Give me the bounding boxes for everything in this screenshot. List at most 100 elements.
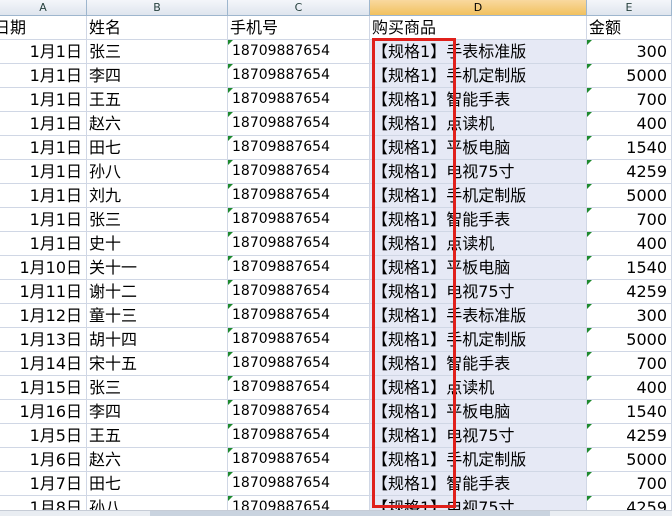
cell-phone[interactable]: 18709887654: [228, 424, 370, 448]
cell-date[interactable]: 1月6日: [0, 448, 87, 472]
cell-phone[interactable]: 18709887654: [228, 352, 370, 376]
cell-product[interactable]: 【规格1】电视75寸: [370, 424, 587, 448]
cell-name[interactable]: 关十一: [87, 256, 228, 280]
cell-product[interactable]: 【规格1】点读机: [370, 376, 587, 400]
cell-phone[interactable]: 18709887654: [228, 88, 370, 112]
cell-date[interactable]: 1月7日: [0, 472, 87, 496]
cell-amount[interactable]: 5000: [587, 448, 672, 472]
cell-name[interactable]: 李四: [87, 64, 228, 88]
cell-phone[interactable]: 18709887654: [228, 376, 370, 400]
cell-product[interactable]: 【规格1】手表标准版: [370, 40, 587, 64]
cell-date[interactable]: 1月1日: [0, 40, 87, 64]
cell-amount[interactable]: 1540: [587, 400, 672, 424]
cell-phone[interactable]: 18709887654: [228, 448, 370, 472]
header-date[interactable]: 日期: [0, 16, 87, 40]
cell-date[interactable]: 1月10日: [0, 256, 87, 280]
cell-date[interactable]: 1月1日: [0, 64, 87, 88]
cell-product[interactable]: 【规格1】手机定制版: [370, 328, 587, 352]
cell-phone[interactable]: 18709887654: [228, 256, 370, 280]
cell-name[interactable]: 孙八: [87, 160, 228, 184]
cell-phone[interactable]: 18709887654: [228, 64, 370, 88]
cell-product[interactable]: 【规格1】智能手表: [370, 472, 587, 496]
cell-date[interactable]: 1月1日: [0, 88, 87, 112]
cell-amount[interactable]: 1540: [587, 256, 672, 280]
cell-phone[interactable]: 18709887654: [228, 232, 370, 256]
cell-amount[interactable]: 5000: [587, 184, 672, 208]
cell-product[interactable]: 【规格1】点读机: [370, 232, 587, 256]
cell-product[interactable]: 【规格1】手机定制版: [370, 184, 587, 208]
cell-name[interactable]: 史十: [87, 232, 228, 256]
cell-date[interactable]: 1月12日: [0, 304, 87, 328]
cell-name[interactable]: 王五: [87, 424, 228, 448]
cell-product[interactable]: 【规格1】手机定制版: [370, 64, 587, 88]
cell-date[interactable]: 1月1日: [0, 208, 87, 232]
cell-phone[interactable]: 18709887654: [228, 304, 370, 328]
cell-name[interactable]: 田七: [87, 136, 228, 160]
cell-amount[interactable]: 1540: [587, 136, 672, 160]
cell-date[interactable]: 1月1日: [0, 184, 87, 208]
cell-name[interactable]: 胡十四: [87, 328, 228, 352]
cell-phone[interactable]: 18709887654: [228, 112, 370, 136]
cell-date[interactable]: 1月1日: [0, 232, 87, 256]
cell-phone[interactable]: 18709887654: [228, 280, 370, 304]
cell-amount[interactable]: 4259: [587, 280, 672, 304]
cell-date[interactable]: 1月11日: [0, 280, 87, 304]
cell-amount[interactable]: 400: [587, 112, 672, 136]
cell-product[interactable]: 【规格1】智能手表: [370, 88, 587, 112]
cell-phone[interactable]: 18709887654: [228, 472, 370, 496]
cell-phone[interactable]: 18709887654: [228, 136, 370, 160]
cell-amount[interactable]: 4259: [587, 160, 672, 184]
cell-date[interactable]: 1月1日: [0, 136, 87, 160]
cell-name[interactable]: 王五: [87, 88, 228, 112]
column-header-e[interactable]: E: [587, 0, 672, 16]
cell-date[interactable]: 1月15日: [0, 376, 87, 400]
cell-date[interactable]: 1月1日: [0, 112, 87, 136]
header-product[interactable]: 购买商品: [370, 16, 587, 40]
header-name[interactable]: 姓名: [87, 16, 228, 40]
header-phone[interactable]: 手机号: [228, 16, 370, 40]
cell-amount[interactable]: 700: [587, 352, 672, 376]
cell-product[interactable]: 【规格1】智能手表: [370, 352, 587, 376]
cell-name[interactable]: 张三: [87, 376, 228, 400]
cell-product[interactable]: 【规格1】平板电脑: [370, 256, 587, 280]
cell-name[interactable]: 张三: [87, 208, 228, 232]
cell-amount[interactable]: 700: [587, 472, 672, 496]
cell-product[interactable]: 【规格1】电视75寸: [370, 280, 587, 304]
cell-name[interactable]: 宋十五: [87, 352, 228, 376]
cell-amount[interactable]: 300: [587, 304, 672, 328]
cell-phone[interactable]: 18709887654: [228, 40, 370, 64]
cell-phone[interactable]: 18709887654: [228, 328, 370, 352]
cell-amount[interactable]: 5000: [587, 328, 672, 352]
cell-amount[interactable]: 400: [587, 376, 672, 400]
column-header-a[interactable]: A: [0, 0, 87, 16]
cell-product[interactable]: 【规格1】平板电脑: [370, 400, 587, 424]
cell-product[interactable]: 【规格1】智能手表: [370, 208, 587, 232]
cell-phone[interactable]: 18709887654: [228, 160, 370, 184]
cell-name[interactable]: 童十三: [87, 304, 228, 328]
cell-product[interactable]: 【规格1】平板电脑: [370, 136, 587, 160]
cell-name[interactable]: 李四: [87, 400, 228, 424]
cell-date[interactable]: 1月14日: [0, 352, 87, 376]
cell-date[interactable]: 1月1日: [0, 160, 87, 184]
horizontal-scrollbar[interactable]: [0, 510, 672, 516]
cell-name[interactable]: 赵六: [87, 448, 228, 472]
cell-phone[interactable]: 18709887654: [228, 208, 370, 232]
cell-amount[interactable]: 400: [587, 232, 672, 256]
cell-date[interactable]: 1月16日: [0, 400, 87, 424]
cell-amount[interactable]: 4259: [587, 424, 672, 448]
cell-product[interactable]: 【规格1】电视75寸: [370, 160, 587, 184]
cell-phone[interactable]: 18709887654: [228, 400, 370, 424]
cell-amount[interactable]: 300: [587, 40, 672, 64]
cell-name[interactable]: 田七: [87, 472, 228, 496]
cell-product[interactable]: 【规格1】手机定制版: [370, 448, 587, 472]
cell-name[interactable]: 谢十二: [87, 280, 228, 304]
spreadsheet-grid[interactable]: A B C D E 日期 姓名 手机号 购买商品 金额 1月1日张三187098…: [0, 0, 672, 516]
cell-amount[interactable]: 5000: [587, 64, 672, 88]
cell-product[interactable]: 【规格1】点读机: [370, 112, 587, 136]
scrollbar-thumb[interactable]: [150, 511, 550, 516]
column-header-b[interactable]: B: [87, 0, 228, 16]
cell-product[interactable]: 【规格1】手表标准版: [370, 304, 587, 328]
cell-amount[interactable]: 700: [587, 88, 672, 112]
cell-date[interactable]: 1月5日: [0, 424, 87, 448]
column-header-c[interactable]: C: [228, 0, 370, 16]
